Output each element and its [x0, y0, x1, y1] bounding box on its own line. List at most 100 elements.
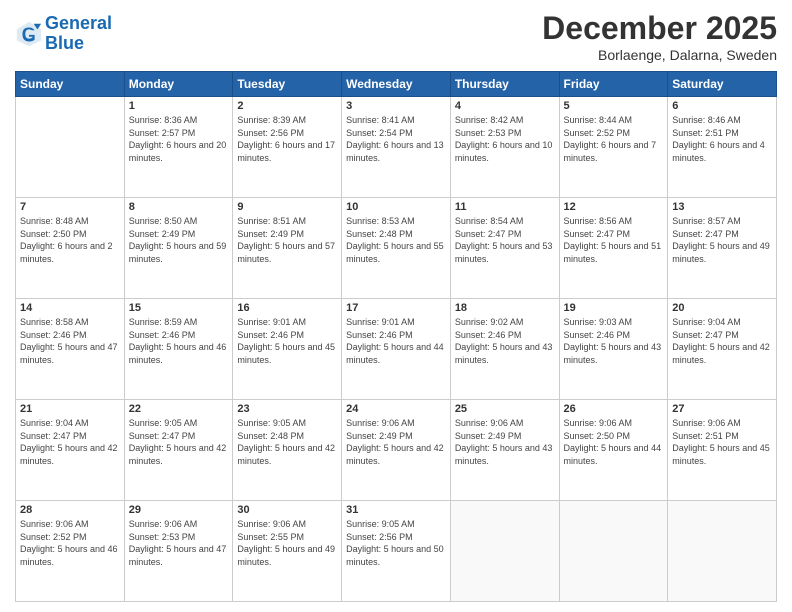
- day-number: 7: [20, 201, 120, 213]
- header: General Blue December 2025 Borlaenge, Da…: [15, 10, 777, 63]
- day-info: Sunrise: 8:46 AM Sunset: 2:51 PM Dayligh…: [672, 114, 772, 164]
- week-row-2: 7 Sunrise: 8:48 AM Sunset: 2:50 PM Daylig…: [16, 198, 777, 299]
- day-info: Sunrise: 9:05 AM Sunset: 2:48 PM Dayligh…: [237, 417, 337, 467]
- day-info: Sunrise: 9:04 AM Sunset: 2:47 PM Dayligh…: [672, 316, 772, 366]
- day-info: Sunrise: 9:06 AM Sunset: 2:53 PM Dayligh…: [129, 518, 229, 568]
- day-cell: 9Sunrise: 8:51 AM Sunset: 2:49 PM Daylig…: [233, 198, 342, 299]
- day-number: 2: [237, 100, 337, 112]
- day-number: 3: [346, 100, 446, 112]
- day-cell: 12 Sunrise: 8:56 AM Sunset: 2:47 PM Dayli…: [559, 198, 668, 299]
- day-cell: 8 Sunrise: 8:50 AM Sunset: 2:49 PM Daylig…: [124, 198, 233, 299]
- day-cell: 24 Sunrise: 9:06 AM Sunset: 2:49 PM Dayli…: [342, 400, 451, 501]
- day-cell: 10 Sunrise: 8:53 AM Sunset: 2:48 PM Dayli…: [342, 198, 451, 299]
- day-cell: 15 Sunrise: 8:59 AM Sunset: 2:46 PM Dayli…: [124, 299, 233, 400]
- day-number: 10: [346, 201, 446, 213]
- day-cell: 1Sunrise: 8:36 AM Sunset: 2:57 PM Daylig…: [124, 97, 233, 198]
- day-number: 22: [129, 403, 229, 415]
- day-number: 5: [564, 100, 664, 112]
- weekday-header-wednesday: Wednesday: [342, 72, 451, 97]
- day-cell: 4Sunrise: 8:42 AM Sunset: 2:53 PM Daylig…: [450, 97, 559, 198]
- day-cell: 14Sunrise: 8:58 AM Sunset: 2:46 PM Dayli…: [16, 299, 125, 400]
- day-cell: 19 Sunrise: 9:03 AM Sunset: 2:46 PM Dayli…: [559, 299, 668, 400]
- weekday-header-thursday: Thursday: [450, 72, 559, 97]
- day-number: 30: [237, 504, 337, 516]
- day-number: 31: [346, 504, 446, 516]
- day-info: Sunrise: 8:41 AM Sunset: 2:54 PM Dayligh…: [346, 114, 446, 164]
- week-row-4: 21Sunrise: 9:04 AM Sunset: 2:47 PM Dayli…: [16, 400, 777, 501]
- day-cell: 18 Sunrise: 9:02 AM Sunset: 2:46 PM Dayli…: [450, 299, 559, 400]
- day-number: 19: [564, 302, 664, 314]
- day-cell: 13 Sunrise: 8:57 AM Sunset: 2:47 PM Dayli…: [668, 198, 777, 299]
- weekday-header-tuesday: Tuesday: [233, 72, 342, 97]
- week-row-5: 28 Sunrise: 9:06 AM Sunset: 2:52 PM Dayli…: [16, 501, 777, 602]
- day-number: 8: [129, 201, 229, 213]
- day-info: Sunrise: 9:03 AM Sunset: 2:46 PM Dayligh…: [564, 316, 664, 366]
- day-info: Sunrise: 9:05 AM Sunset: 2:47 PM Dayligh…: [129, 417, 229, 467]
- day-cell: 2 Sunrise: 8:39 AM Sunset: 2:56 PM Daylig…: [233, 97, 342, 198]
- day-cell: [668, 501, 777, 602]
- day-info: Sunrise: 9:06 AM Sunset: 2:52 PM Dayligh…: [20, 518, 120, 568]
- day-cell: 28 Sunrise: 9:06 AM Sunset: 2:52 PM Dayli…: [16, 501, 125, 602]
- day-cell: 27Sunrise: 9:06 AM Sunset: 2:51 PM Dayli…: [668, 400, 777, 501]
- weekday-header-friday: Friday: [559, 72, 668, 97]
- day-cell: 17 Sunrise: 9:01 AM Sunset: 2:46 PM Dayli…: [342, 299, 451, 400]
- day-cell: 3 Sunrise: 8:41 AM Sunset: 2:54 PM Daylig…: [342, 97, 451, 198]
- day-number: 14: [20, 302, 120, 314]
- day-info: Sunrise: 9:06 AM Sunset: 2:50 PM Dayligh…: [564, 417, 664, 467]
- day-number: 18: [455, 302, 555, 314]
- weekday-header-sunday: Sunday: [16, 72, 125, 97]
- day-info: Sunrise: 8:50 AM Sunset: 2:49 PM Dayligh…: [129, 215, 229, 265]
- day-number: 15: [129, 302, 229, 314]
- day-number: 12: [564, 201, 664, 213]
- day-info: Sunrise: 8:51 AM Sunset: 2:49 PM Dayligh…: [237, 215, 337, 265]
- day-cell: 29Sunrise: 9:06 AM Sunset: 2:53 PM Dayli…: [124, 501, 233, 602]
- location: Borlaenge, Dalarna, Sweden: [542, 47, 777, 63]
- day-info: Sunrise: 8:39 AM Sunset: 2:56 PM Dayligh…: [237, 114, 337, 164]
- day-number: 16: [237, 302, 337, 314]
- day-info: Sunrise: 8:36 AM Sunset: 2:57 PM Dayligh…: [129, 114, 229, 164]
- calendar-table: SundayMondayTuesdayWednesdayThursdayFrid…: [15, 71, 777, 602]
- day-info: Sunrise: 8:59 AM Sunset: 2:46 PM Dayligh…: [129, 316, 229, 366]
- day-info: Sunrise: 9:01 AM Sunset: 2:46 PM Dayligh…: [237, 316, 337, 366]
- day-number: 27: [672, 403, 772, 415]
- day-cell: 20Sunrise: 9:04 AM Sunset: 2:47 PM Dayli…: [668, 299, 777, 400]
- day-info: Sunrise: 9:06 AM Sunset: 2:49 PM Dayligh…: [455, 417, 555, 467]
- day-number: 24: [346, 403, 446, 415]
- day-info: Sunrise: 9:01 AM Sunset: 2:46 PM Dayligh…: [346, 316, 446, 366]
- day-info: Sunrise: 9:02 AM Sunset: 2:46 PM Dayligh…: [455, 316, 555, 366]
- day-cell: 11 Sunrise: 8:54 AM Sunset: 2:47 PM Dayli…: [450, 198, 559, 299]
- day-cell: 23Sunrise: 9:05 AM Sunset: 2:48 PM Dayli…: [233, 400, 342, 501]
- page: General Blue December 2025 Borlaenge, Da…: [0, 0, 792, 612]
- day-number: 11: [455, 201, 555, 213]
- day-info: Sunrise: 9:06 AM Sunset: 2:49 PM Dayligh…: [346, 417, 446, 467]
- day-number: 13: [672, 201, 772, 213]
- day-cell: 7 Sunrise: 8:48 AM Sunset: 2:50 PM Daylig…: [16, 198, 125, 299]
- day-info: Sunrise: 8:57 AM Sunset: 2:47 PM Dayligh…: [672, 215, 772, 265]
- title-block: December 2025 Borlaenge, Dalarna, Sweden: [542, 10, 777, 63]
- day-info: Sunrise: 8:53 AM Sunset: 2:48 PM Dayligh…: [346, 215, 446, 265]
- day-number: 28: [20, 504, 120, 516]
- day-cell: [16, 97, 125, 198]
- day-cell: [450, 501, 559, 602]
- logo: General Blue: [15, 14, 112, 54]
- weekday-header-saturday: Saturday: [668, 72, 777, 97]
- day-cell: [559, 501, 668, 602]
- weekday-header-row: SundayMondayTuesdayWednesdayThursdayFrid…: [16, 72, 777, 97]
- day-cell: 5 Sunrise: 8:44 AM Sunset: 2:52 PM Daylig…: [559, 97, 668, 198]
- day-number: 17: [346, 302, 446, 314]
- day-cell: 22 Sunrise: 9:05 AM Sunset: 2:47 PM Dayli…: [124, 400, 233, 501]
- month-title: December 2025: [542, 10, 777, 47]
- day-cell: 16 Sunrise: 9:01 AM Sunset: 2:46 PM Dayli…: [233, 299, 342, 400]
- week-row-3: 14Sunrise: 8:58 AM Sunset: 2:46 PM Dayli…: [16, 299, 777, 400]
- week-row-1: 1Sunrise: 8:36 AM Sunset: 2:57 PM Daylig…: [16, 97, 777, 198]
- day-info: Sunrise: 8:56 AM Sunset: 2:47 PM Dayligh…: [564, 215, 664, 265]
- day-info: Sunrise: 8:54 AM Sunset: 2:47 PM Dayligh…: [455, 215, 555, 265]
- logo-icon: [15, 20, 43, 48]
- day-cell: 30Sunrise: 9:06 AM Sunset: 2:55 PM Dayli…: [233, 501, 342, 602]
- day-info: Sunrise: 8:48 AM Sunset: 2:50 PM Dayligh…: [20, 215, 120, 265]
- day-cell: 31Sunrise: 9:05 AM Sunset: 2:56 PM Dayli…: [342, 501, 451, 602]
- day-cell: 25Sunrise: 9:06 AM Sunset: 2:49 PM Dayli…: [450, 400, 559, 501]
- day-info: Sunrise: 8:44 AM Sunset: 2:52 PM Dayligh…: [564, 114, 664, 164]
- day-number: 26: [564, 403, 664, 415]
- weekday-header-monday: Monday: [124, 72, 233, 97]
